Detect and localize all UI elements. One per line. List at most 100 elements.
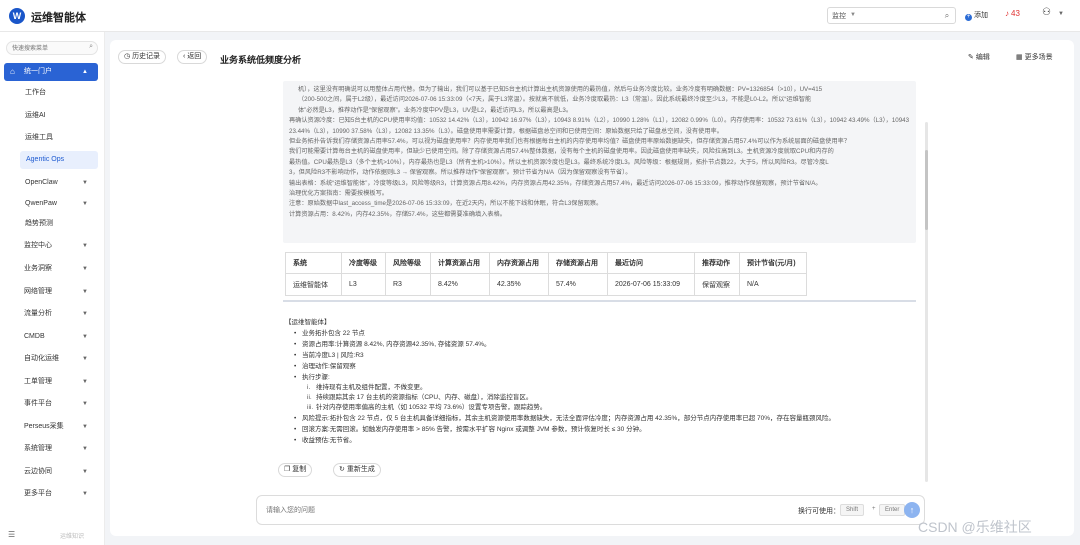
reasoning-line: 最热值。CPU最热是L3（多个主机>10%），内存最热也是L3（所有主机>10%… xyxy=(289,158,829,166)
chevron-down-icon: ▼ xyxy=(82,424,88,430)
reasoning-line: （200-500之间，属于L2级），最近访问2026-07-06 15:33:0… xyxy=(298,96,812,104)
search-icon[interactable]: ⌕ xyxy=(89,43,93,51)
chevron-down-icon: ▼ xyxy=(850,12,856,18)
reasoning-line: 但业务拓扑告诉我们存储资源占用率57.4%，可以视为磁盘使用率？内存使用率我们也… xyxy=(289,138,851,146)
sidebar-item-business[interactable]: 业务洞察 ▼ xyxy=(0,260,104,278)
regenerate-button[interactable]: ↻ 重新生成 xyxy=(333,463,381,477)
sidebar-item-tickets[interactable]: 工单管理 ▼ xyxy=(0,373,104,391)
answer-block: 【运维智能体】 业务拓扑包含 22 节点 资源占用率:计算资源 8.42%, 内… xyxy=(285,318,925,446)
search-icon[interactable]: ⌕ xyxy=(939,8,955,23)
search-scope-select[interactable]: 监控 xyxy=(832,11,846,21)
reasoning-line: 机），这里没有明确说可以用整体占用代替。但为了输出，我们可以基于已知5台主机计算… xyxy=(298,86,823,93)
menu-search-input[interactable] xyxy=(12,43,84,54)
more-scenes-button[interactable]: ▦ 更多场景 xyxy=(1016,51,1053,65)
add-button[interactable]: + 添加 xyxy=(965,10,988,21)
chevron-down-icon: ▼ xyxy=(82,243,88,249)
table-cell: 保留观察 xyxy=(694,273,740,296)
sidebar-item-workbench[interactable]: 工作台 xyxy=(0,84,104,102)
chevron-down-icon: ▼ xyxy=(82,401,88,407)
sidebar-item-qwenpaw[interactable]: QwenPaw ▼ xyxy=(0,195,104,213)
chevron-down-icon: ▼ xyxy=(82,180,88,186)
collapse-menu-icon[interactable]: ☰ xyxy=(8,530,15,539)
sidebar-item-cmdb[interactable]: CMDB ▼ xyxy=(0,328,104,346)
reasoning-line: 3，但风险R3不影响动作，动作依据则L3 → 保留观察。所以推荐动作“保留观察”… xyxy=(289,169,632,177)
sidebar-item-trend[interactable]: 趋势预测 xyxy=(0,215,104,233)
scrollbar-thumb[interactable] xyxy=(925,150,928,230)
top-bar: W 运维智能体 监控 ▼ ⌕ + 添加 ♪ 43 ⚇ ▼ xyxy=(0,0,1080,32)
table-cell: 57.4% xyxy=(548,273,608,296)
history-button[interactable]: ◷ 历史记录 xyxy=(118,50,167,64)
list-item: 资源占用率:计算资源 8.42%, 内存资源42.35%, 存储资源 57.4%… xyxy=(285,339,925,350)
column-header: 冷度等级 xyxy=(341,252,386,274)
table-cell: N/A xyxy=(739,273,807,296)
sidebar-item-perseus[interactable]: Perseus采集 ▼ xyxy=(0,418,104,436)
sidebar: ⌕ ⌂统一门户▲ 工作台 运维AI 运维工具 Agentic Ops OpenC… xyxy=(0,32,105,545)
list-item: 风险提示:拓扑包含 22 节点，仅 5 台主机具备详细指标，其余主机资源使用率数… xyxy=(285,413,925,424)
ops-knowledge-link[interactable]: 运维知识 xyxy=(60,531,84,540)
sidebar-item-more[interactable]: 更多平台 ▼ xyxy=(0,485,104,503)
watermark: CSDN @乐维社区 xyxy=(918,519,1032,535)
plus-sign: + xyxy=(872,506,876,512)
table-cell: R3 xyxy=(385,273,431,296)
add-label: 添加 xyxy=(974,12,988,19)
sidebar-item-ops-tools[interactable]: 运维工具 xyxy=(0,129,104,147)
sidebar-item-automation[interactable]: 自动化运维 ▼ xyxy=(0,350,104,368)
sidebar-item-portal[interactable]: ⌂ 统一门户 ▲ xyxy=(4,63,98,81)
chevron-down-icon: ▼ xyxy=(82,379,88,385)
home-icon: ⌂ xyxy=(10,67,15,76)
sidebar-item-monitor[interactable]: 监控中心 ▼ xyxy=(0,237,104,255)
plus-icon: + xyxy=(965,14,972,21)
list-item: 治理动作:保留观察 xyxy=(285,361,925,372)
chevron-down-icon: ▼ xyxy=(82,289,88,295)
back-button[interactable]: ‹ 返回 xyxy=(177,50,208,64)
grid-icon: ▦ xyxy=(1016,54,1023,61)
sidebar-item-cloud-edge[interactable]: 云边协同 ▼ xyxy=(0,463,104,481)
global-search: 监控 ▼ ⌕ xyxy=(827,7,956,24)
shift-key-hint: Shift xyxy=(840,504,865,516)
sidebar-item-traffic[interactable]: 流量分析 ▼ xyxy=(0,305,104,323)
user-icon[interactable]: ⚇ xyxy=(1042,7,1051,18)
reasoning-line: 再确认资源冷度：已知5台主机的CPU使用率均值：10532 14.42%（L3）… xyxy=(289,117,910,135)
list-item: 回滚方案:无需回滚。如触发内存使用率 > 85% 告警，按需水平扩容 Nginx… xyxy=(285,424,925,435)
chevron-down-icon: ▼ xyxy=(82,334,88,340)
sidebar-item-agentic-ops[interactable]: Agentic Ops xyxy=(20,151,98,169)
sidebar-item-openclaw[interactable]: OpenClaw ▼ xyxy=(0,174,104,192)
refresh-icon: ↻ xyxy=(339,466,345,473)
section-divider xyxy=(283,300,916,302)
sidebar-item-ops-ai[interactable]: 运维AI xyxy=(0,107,104,125)
page-title: 业务系统低频度分析 xyxy=(220,55,302,65)
column-header: 内存资源占用 xyxy=(489,252,549,274)
sidebar-item-system[interactable]: 系统管理 ▼ xyxy=(0,440,104,458)
notification-button[interactable]: ♪ 43 xyxy=(1005,9,1020,18)
sidebar-item-network[interactable]: 网络管理 ▼ xyxy=(0,283,104,301)
table-cell: 8.42% xyxy=(430,273,490,296)
step-item: i. 维持现有主机及组件配置，不做变更。 xyxy=(307,384,427,391)
main-panel: ◷ 历史记录 ‹ 返回 业务系统低频度分析 ✎ 编辑 ▦ 更多场景 机），这里没… xyxy=(110,40,1074,536)
sidebar-item-events[interactable]: 事件平台 ▼ xyxy=(0,395,104,413)
step-item: ii. 持续跟踪其余 17 台主机的资源指标（CPU、内存、磁盘），消除监控盲区。 xyxy=(307,394,533,401)
list-item: 业务拓扑包含 22 节点 xyxy=(285,328,925,339)
chevron-down-icon: ▼ xyxy=(82,491,88,497)
column-header: 存储资源占用 xyxy=(548,252,608,274)
table-row: 运维智能体 L3 R3 8.42% 42.35% 57.4% 2026-07-0… xyxy=(285,273,807,296)
chevron-down-icon[interactable]: ▼ xyxy=(1058,11,1064,17)
menu-search: ⌕ xyxy=(6,41,98,55)
send-button[interactable]: ↑ xyxy=(904,502,920,518)
table-header-row: 系统 冷度等级 风险等级 计算资源占用 内存资源占用 存储资源占用 最近访问 推… xyxy=(285,252,807,274)
column-header: 最近访问 xyxy=(607,252,695,274)
chevron-down-icon: ▼ xyxy=(82,469,88,475)
chat-input[interactable] xyxy=(266,504,666,517)
step-item: iii. 针对内存使用率偏高的主机（如 10532 平均 73.6%）设置专项告警… xyxy=(307,404,547,411)
reasoning-line: 我们可能需要计算每台主机的磁盘使用率，但缺少已使用空间。除了存储资源占用57.4… xyxy=(289,148,834,156)
column-header: 预计节省(元/月) xyxy=(739,252,807,274)
newline-hint: 换行可使用： xyxy=(798,508,840,515)
chevron-down-icon: ▼ xyxy=(82,311,88,317)
bell-icon: ♪ xyxy=(1005,9,1009,18)
app-logo: W xyxy=(9,8,25,24)
copy-button[interactable]: ❐ 复制 xyxy=(278,463,313,477)
edit-button[interactable]: ✎ 编辑 xyxy=(968,51,990,65)
reasoning-line: 输出表格：系统“运维智能体”，冷度等级L3，风险等级R3，计算资源占用8.42%… xyxy=(289,179,822,187)
search-input[interactable] xyxy=(862,9,938,22)
chevron-down-icon: ▼ xyxy=(82,446,88,452)
column-header: 计算资源占用 xyxy=(430,252,490,274)
